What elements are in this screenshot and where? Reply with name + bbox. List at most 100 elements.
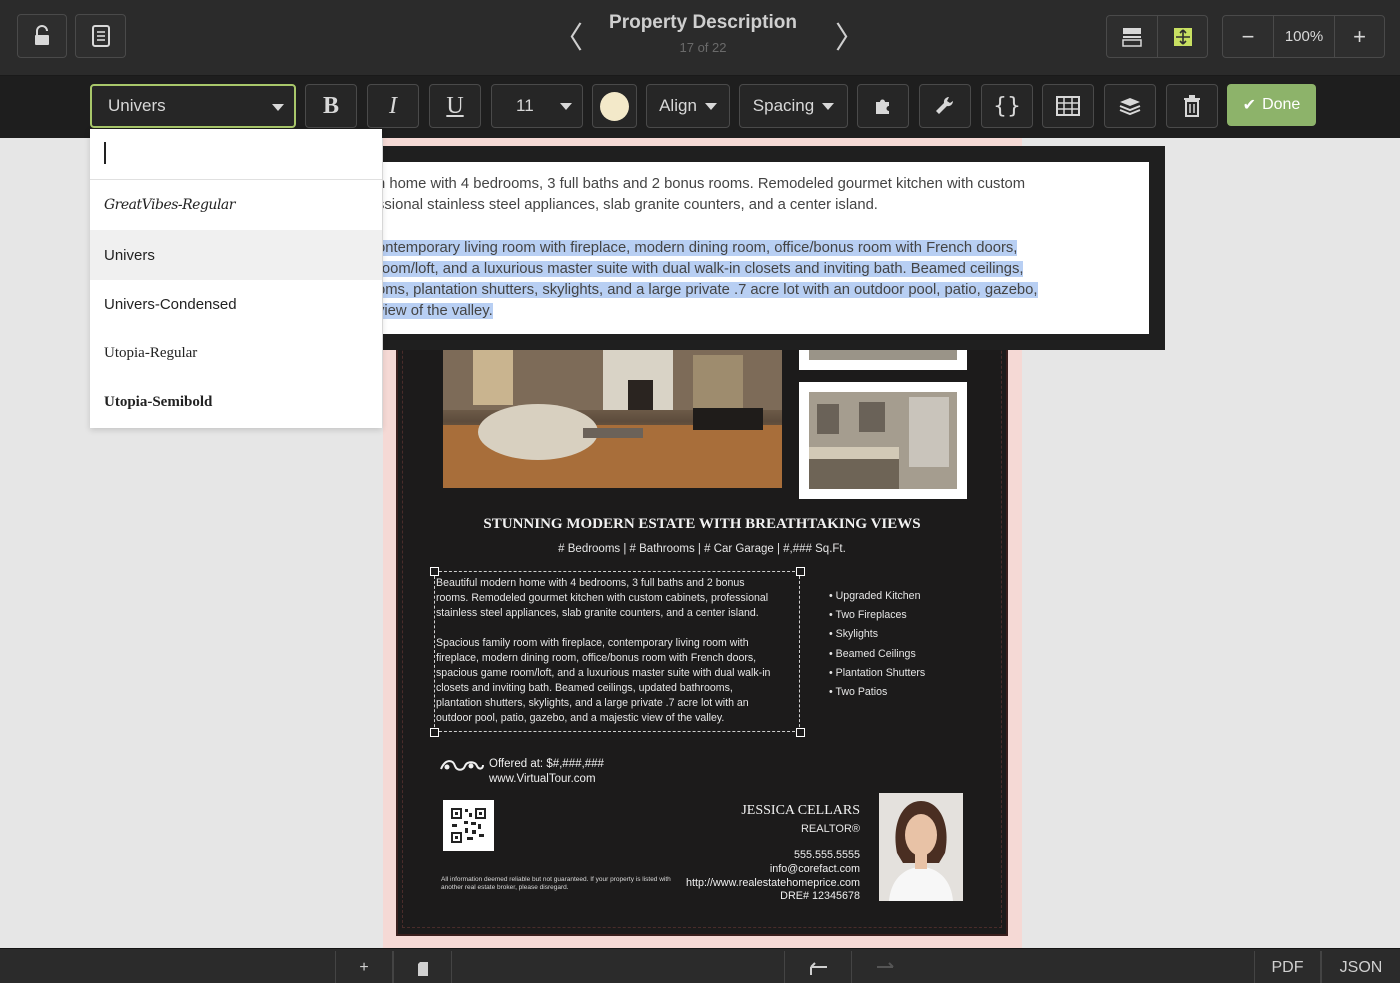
color-swatch [600,91,629,121]
resize-handle-top-right[interactable] [796,567,805,576]
text-editor-content[interactable]: n home with 4 bedrooms, 3 full baths and… [383,174,1137,322]
bathroom-image [809,392,957,489]
text-cursor [104,142,106,164]
settings-button[interactable] [919,84,971,128]
table-button[interactable] [1042,84,1094,128]
pdf-button[interactable]: PDF [1254,951,1321,983]
undo-icon [810,961,827,975]
layout-view-button[interactable] [1106,15,1158,58]
plus-icon: + [1353,23,1366,49]
trash-icon [1184,95,1200,117]
feature-item: • Beamed Ceilings [829,647,916,660]
zoom-in-button[interactable]: + [1334,15,1385,58]
font-option-utopia-regular[interactable]: Utopia-Regular [90,328,382,378]
agent-name[interactable]: JESSICA CELLARS [700,803,860,819]
text-editor-area[interactable]: n home with 4 bedrooms, 3 full baths and… [383,162,1149,334]
agent-title[interactable]: REALTOR® [700,823,860,835]
feature-item: • Two Patios [829,686,888,699]
qr-code[interactable] [443,800,494,851]
notes-button[interactable] [75,14,126,58]
agent-photo[interactable] [879,793,963,901]
agent-email: info@corefact.com [769,862,860,875]
redo-icon [877,961,894,968]
feature-item: • Two Fireplaces [829,609,907,622]
document-icon [91,25,110,47]
agent-website: http://www.realestatehomeprice.com [685,876,860,889]
resize-handle-bottom-left[interactable] [430,728,439,737]
offer-price: Offered at: $#,###,### [489,758,604,770]
spacing-label: Spacing [752,96,815,115]
checkmark-icon: ✔ [1242,97,1257,114]
chevron-right-icon[interactable]: 〉 [835,24,865,54]
editor-line: ssional stainless steel appliances, slab… [383,197,878,214]
feature-item: • Plantation Shutters [829,666,926,679]
offer-block[interactable]: Offered at: $#,###,### www.VirtualTour.c… [489,757,604,787]
json-button[interactable]: JSON [1321,951,1400,983]
minus-icon: − [1241,23,1255,49]
flyer-subline[interactable]: # Bedrooms | # Bathrooms | # Car Garage … [402,543,1002,555]
pages-button[interactable] [393,951,452,983]
living-room-image [443,340,782,488]
delete-button[interactable] [1166,84,1218,128]
chevron-down-icon [822,102,835,110]
agent-phone: 555.555.5555 [793,849,860,861]
page-icon [417,961,428,976]
braces-icon: {} [993,93,1021,119]
living-room-photo[interactable] [443,340,782,488]
editor-selected-line: view of the valley. [383,303,493,320]
top-header: 〈 Property Description 17 of 22 〉 − 100%… [0,0,1400,76]
font-option-univers-condensed[interactable]: Univers-Condensed [90,279,382,329]
italic-button[interactable]: I [367,84,419,128]
chevron-down-icon [272,104,284,111]
undo-button[interactable] [784,951,852,983]
qr-code-icon [451,808,486,843]
align-label: Align [659,96,697,115]
bathroom-photo[interactable] [809,392,957,489]
font-size-select[interactable]: 11 [491,84,583,128]
unlock-button[interactable] [17,14,67,58]
add-page-button[interactable]: + [335,951,393,983]
zoom-out-button[interactable]: − [1222,15,1274,58]
resize-handle-bottom-right[interactable] [796,728,805,737]
page-title-group: Property Description 17 of 22 [560,12,846,55]
done-button[interactable]: ✔ Done [1227,84,1316,126]
layers-icon [1119,98,1141,116]
flyer-description[interactable]: Beautiful modern home with 4 bedrooms, 3… [436,576,800,726]
fit-to-page-icon [1173,27,1192,46]
editor-selected-line: room/loft, and a luxurious master suite … [383,260,1024,277]
feature-list[interactable]: • Upgraded Kitchen • Two Fireplaces • Sk… [829,587,925,702]
feature-item: • Upgraded Kitchen [829,590,921,602]
bold-button[interactable]: B [305,84,357,128]
unlock-icon [35,25,49,45]
plugin-button[interactable] [857,84,909,128]
spacing-dropdown[interactable]: Spacing [739,84,848,128]
chevron-down-icon [704,102,717,110]
redo-button[interactable] [852,951,920,983]
font-size-value: 11 [516,96,534,115]
align-dropdown[interactable]: Align [646,84,730,128]
font-option-utopia-semibold[interactable]: Utopia-Semibold [90,377,382,427]
font-search-input[interactable] [90,129,382,180]
done-label: Done [1262,96,1301,113]
layers-button[interactable] [1104,84,1156,128]
editor-selected-line: oms, plantation shutters, skylights, and… [383,282,1038,298]
chevron-down-icon [560,103,572,110]
puzzle-icon [876,99,889,114]
font-dropdown-menu: GreatVibes-Regular Univers Univers-Conde… [90,129,382,428]
editor-blank-line [383,216,1137,237]
code-button[interactable]: {} [981,84,1033,128]
feature-item: • Skylights [829,628,879,641]
flyer-headline[interactable]: STUNNING MODERN ESTATE WITH BREATHTAKING… [402,516,1002,533]
flyer-disclaimer[interactable]: All information deemed reliable but not … [441,876,673,892]
resize-handle-top-left[interactable] [430,567,439,576]
wrench-icon [936,96,954,114]
text-color-button[interactable] [592,84,637,128]
font-option-univers[interactable]: Univers [90,230,382,280]
agent-contact[interactable]: 555.555.5555 info@corefact.com http://ww… [660,849,860,904]
underline-button[interactable]: U [429,84,481,128]
tour-url: www.VirtualTour.com [489,773,596,785]
font-family-value: Univers [108,96,166,115]
font-option-greatvibes[interactable]: GreatVibes-Regular [90,180,382,230]
fit-view-button[interactable] [1157,15,1208,58]
font-family-select[interactable]: Univers [90,84,296,128]
